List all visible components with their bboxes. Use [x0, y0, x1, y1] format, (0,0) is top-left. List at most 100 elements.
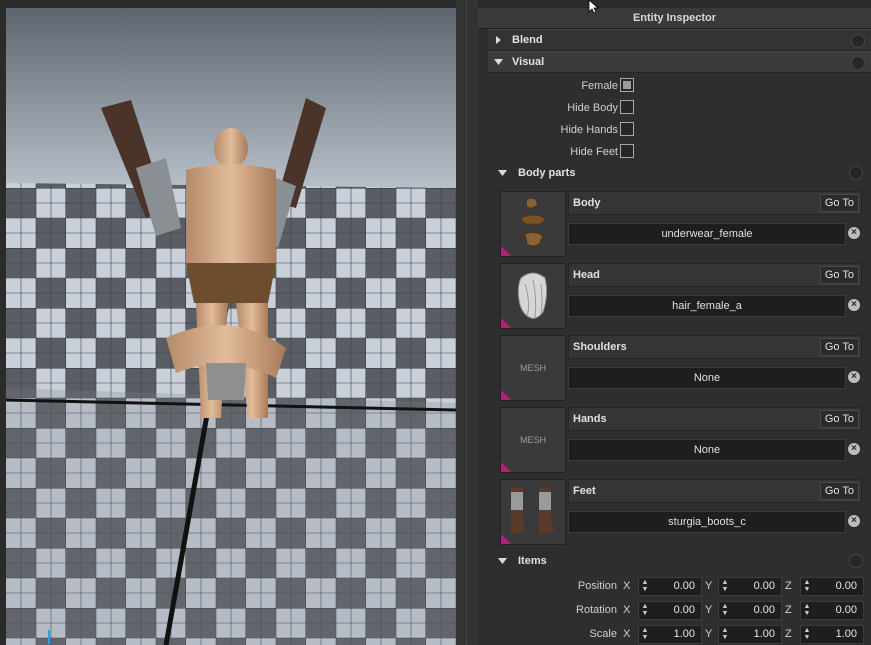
- head-clear-icon[interactable]: ×: [848, 299, 860, 311]
- body-part-hands: MESH Hands Go To None ×: [500, 407, 862, 473]
- axis-x-label: X: [623, 580, 631, 592]
- spinner-icon[interactable]: ▲ ▼: [721, 603, 729, 617]
- hide-hands-label: Hide Hands: [560, 124, 618, 136]
- axis-z-label: Z: [785, 580, 792, 592]
- body-part-body: Body Go To underwear_female ×: [500, 191, 862, 257]
- axis-z-label: Z: [785, 628, 792, 640]
- position-x-field[interactable]: ▲ ▼ 0.00: [638, 577, 702, 596]
- rotation-row: Rotation X ▲ ▼ 0.00 Y ▲ ▼ 0.00 Z ▲ ▼ 0.00: [488, 600, 871, 620]
- scene-render: [6, 8, 456, 645]
- section-toggle-icon[interactable]: [851, 34, 865, 48]
- position-z-field[interactable]: ▲ ▼ 0.00: [800, 577, 864, 596]
- scale-row: Scale X ▲ ▼ 1.00 Y ▲ ▼ 1.00 Z ▲ ▼ 1.00: [488, 624, 871, 644]
- scale-y-field[interactable]: ▲ ▼ 1.00: [718, 625, 782, 644]
- position-y-field[interactable]: ▲ ▼ 0.00: [718, 577, 782, 596]
- body-part-feet: Feet Go To sturgia_boots_c ×: [500, 479, 862, 545]
- head-part-name: Head: [573, 269, 600, 281]
- axis-y-label: Y: [705, 604, 713, 616]
- position-label: Position: [577, 580, 617, 592]
- axis-y-label: Y: [705, 628, 713, 640]
- shoulders-mesh-thumbnail[interactable]: MESH: [500, 335, 566, 401]
- hide-hands-row: Hide Hands: [488, 121, 858, 139]
- rotation-label: Rotation: [576, 604, 617, 616]
- rotation-y-field[interactable]: ▲ ▼ 0.00: [718, 601, 782, 620]
- hands-clear-icon[interactable]: ×: [848, 443, 860, 455]
- hide-feet-label: Hide Feet: [570, 146, 618, 158]
- body-mesh-thumbnail[interactable]: [500, 191, 566, 257]
- spinner-icon[interactable]: ▲ ▼: [641, 627, 649, 641]
- head-goto-button[interactable]: Go To: [819, 266, 859, 284]
- section-toggle-icon[interactable]: [851, 56, 865, 70]
- caret-down-icon: [498, 558, 507, 564]
- caret-right-icon: [496, 36, 501, 44]
- shoulders-clear-icon[interactable]: ×: [848, 371, 860, 383]
- spinner-icon[interactable]: ▲ ▼: [803, 627, 811, 641]
- axis-z-label: Z: [785, 604, 792, 616]
- hide-feet-checkbox[interactable]: [620, 144, 634, 158]
- body-goto-button[interactable]: Go To: [819, 194, 859, 212]
- section-visual[interactable]: Visual: [488, 51, 871, 73]
- body-mesh-field[interactable]: underwear_female: [568, 223, 846, 245]
- spinner-icon[interactable]: ▲ ▼: [803, 603, 811, 617]
- spinner-icon[interactable]: ▲ ▼: [641, 579, 649, 593]
- section-blend[interactable]: Blend: [488, 29, 871, 51]
- hide-feet-row: Hide Feet: [488, 143, 858, 161]
- shoulders-part-name: Shoulders: [573, 341, 627, 353]
- panel-splitter[interactable]: [456, 0, 478, 645]
- scale-x-field[interactable]: ▲ ▼ 1.00: [638, 625, 702, 644]
- spinner-icon[interactable]: ▲ ▼: [721, 627, 729, 641]
- hide-body-label: Hide Body: [567, 102, 618, 114]
- hands-mesh-thumbnail[interactable]: MESH: [500, 407, 566, 473]
- feet-mesh-field[interactable]: sturgia_boots_c: [568, 511, 846, 533]
- hands-goto-button[interactable]: Go To: [819, 410, 859, 428]
- feet-clear-icon[interactable]: ×: [848, 515, 860, 527]
- hands-part-name: Hands: [573, 413, 607, 425]
- 3d-viewport[interactable]: [6, 8, 456, 645]
- section-items-title: Items: [518, 555, 547, 567]
- spinner-icon[interactable]: ▲ ▼: [641, 603, 649, 617]
- section-body-parts-title: Body parts: [518, 167, 576, 179]
- section-items[interactable]: Items: [488, 551, 871, 571]
- section-blend-title: Blend: [512, 34, 543, 46]
- hands-name-bar: Hands Go To: [568, 407, 862, 431]
- shoulders-goto-button[interactable]: Go To: [819, 338, 859, 356]
- position-row: Position X ▲ ▼ 0.00 Y ▲ ▼ 0.00 Z ▲ ▼ 0.00: [488, 576, 871, 596]
- female-checkbox[interactable]: [620, 78, 634, 92]
- body-part-head: Head Go To hair_female_a ×: [500, 263, 862, 329]
- spinner-icon[interactable]: ▲ ▼: [721, 579, 729, 593]
- caret-down-icon: [498, 170, 507, 176]
- shoulders-name-bar: Shoulders Go To: [568, 335, 862, 359]
- section-body-parts[interactable]: Body parts: [488, 163, 871, 183]
- axis-x-label: X: [623, 628, 631, 640]
- female-row: Female: [488, 77, 858, 95]
- rotation-z-field[interactable]: ▲ ▼ 0.00: [800, 601, 864, 620]
- body-name-bar: Body Go To: [568, 191, 862, 215]
- mouse-cursor-icon: [588, 0, 600, 14]
- feet-goto-button[interactable]: Go To: [819, 482, 859, 500]
- section-visual-title: Visual: [512, 56, 545, 68]
- head-name-bar: Head Go To: [568, 263, 862, 287]
- female-label: Female: [581, 80, 618, 92]
- entity-inspector-panel: Entity Inspector Blend Visual Female Hid…: [478, 8, 871, 645]
- boots-mesh-thumbnail[interactable]: [500, 479, 566, 545]
- section-toggle-icon[interactable]: [849, 554, 863, 568]
- shoulders-mesh-field[interactable]: None: [568, 367, 846, 389]
- hands-mesh-field[interactable]: None: [568, 439, 846, 461]
- scale-z-field[interactable]: ▲ ▼ 1.00: [800, 625, 864, 644]
- hide-body-row: Hide Body: [488, 99, 858, 117]
- body-clear-icon[interactable]: ×: [848, 227, 860, 239]
- feet-name-bar: Feet Go To: [568, 479, 862, 503]
- head-mesh-field[interactable]: hair_female_a: [568, 295, 846, 317]
- axis-x-label: X: [623, 604, 631, 616]
- feet-part-name: Feet: [573, 485, 596, 497]
- hide-body-checkbox[interactable]: [620, 100, 634, 114]
- hair-mesh-thumbnail[interactable]: [500, 263, 566, 329]
- spinner-icon[interactable]: ▲ ▼: [803, 579, 811, 593]
- axis-y-label: Y: [705, 580, 713, 592]
- rotation-x-field[interactable]: ▲ ▼ 0.00: [638, 601, 702, 620]
- scale-label: Scale: [589, 628, 617, 640]
- hide-hands-checkbox[interactable]: [620, 122, 634, 136]
- body-part-name: Body: [573, 197, 601, 209]
- body-part-shoulders: MESH Shoulders Go To None ×: [500, 335, 862, 401]
- section-toggle-icon[interactable]: [849, 166, 863, 180]
